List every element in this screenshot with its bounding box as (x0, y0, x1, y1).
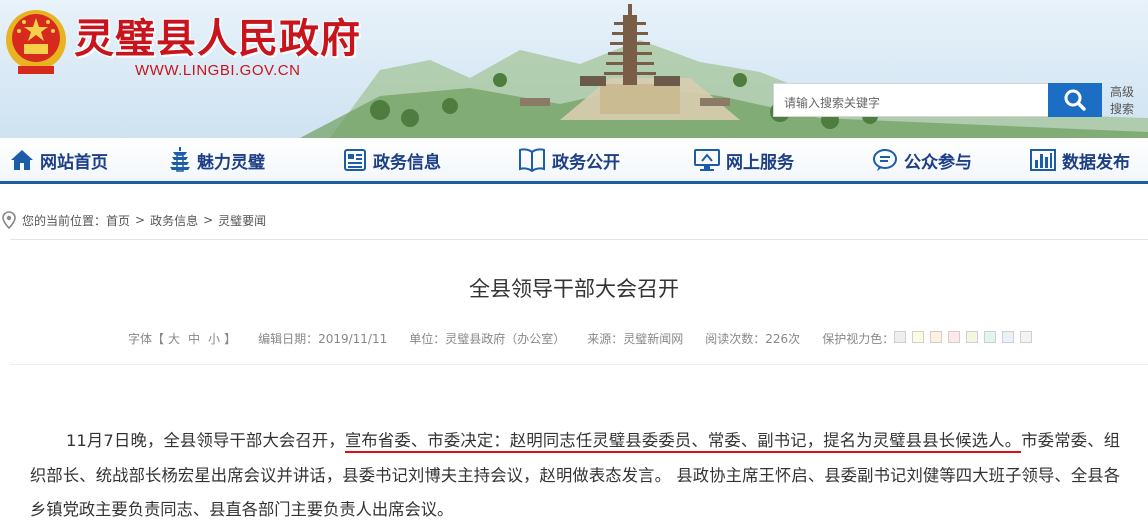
search-input[interactable]: 请输入搜索关键字 (773, 83, 1048, 117)
bar-chart-icon (1030, 149, 1056, 171)
font-size-small[interactable]: 小 (208, 332, 220, 346)
eye-color-swatch[interactable] (966, 330, 979, 343)
eye-color-swatch[interactable] (1002, 330, 1015, 343)
font-size-large[interactable]: 大 (168, 332, 180, 346)
monitor-icon (694, 149, 720, 171)
unit: 单位：灵璧县政府（办公室） (409, 331, 566, 346)
national-emblem-icon (6, 10, 66, 74)
nav-label: 公众参与 (904, 152, 972, 173)
nav-item-home[interactable]: 网站首页 (10, 146, 108, 174)
eye-color-swatch[interactable] (912, 330, 925, 343)
font-size-control: 字体【大中小】 (128, 330, 236, 347)
home-icon (11, 150, 33, 170)
nav-label: 网上服务 (726, 152, 794, 173)
breadcrumb-separator: > (203, 213, 214, 227)
eye-color-swatch[interactable] (984, 330, 997, 343)
source: 来源：灵璧新闻网 (587, 331, 684, 346)
breadcrumb: 您的当前位置： 首页 > 政务信息 > 灵璧要闻 (0, 207, 266, 233)
search-button[interactable] (1048, 83, 1102, 117)
nav-item-online-service[interactable]: 网上服务 (694, 146, 794, 174)
eye-color-swatch[interactable] (930, 330, 943, 343)
advanced-search-link[interactable]: 高级搜索 (1106, 84, 1138, 118)
highlighted-decision: 宣布省委、市委决定：赵明同志任灵璧县委委员、常委、副书记，提名为灵璧县县长候选人… (344, 431, 1022, 453)
body-part-1: 11月7日晚，全县领导干部大会召开， (66, 431, 345, 450)
nav-item-public-participation[interactable]: 公众参与 (872, 146, 972, 174)
nav-item-data-release[interactable]: 数据发布 (1030, 146, 1130, 174)
nav-item-gov-open[interactable]: 政务公开 (518, 146, 620, 174)
nav-label: 政务公开 (552, 152, 620, 173)
eye-color-swatch[interactable] (948, 330, 961, 343)
nav-label: 魅力灵璧 (197, 152, 265, 173)
breadcrumb-home[interactable]: 首页 (106, 212, 130, 229)
location-pin-icon (2, 211, 16, 229)
nav-item-charm[interactable]: 魅力灵璧 (169, 146, 265, 174)
meta-divider (10, 364, 1148, 365)
eye-color-swatch[interactable] (894, 330, 907, 343)
document-icon (344, 149, 366, 171)
breadcrumb-divider (10, 239, 1148, 240)
font-size-label: 字体【 (128, 331, 165, 346)
pagoda-icon (170, 147, 190, 172)
breadcrumb-prefix: 您的当前位置： (22, 213, 107, 228)
font-size-medium[interactable]: 中 (188, 332, 200, 346)
view-count: 阅读次数：226次 (705, 331, 801, 346)
eye-protection-label: 保护视力色： (822, 331, 895, 346)
nav-label: 网站首页 (40, 152, 108, 173)
eye-color-swatch[interactable] (1020, 330, 1033, 343)
site-header: 灵璧县人民政府 WWW.LINGBI.GOV.CN 请输入搜索关键字 高级搜索 (0, 0, 1148, 138)
open-book-icon (519, 148, 545, 172)
breadcrumb-lingbi-news[interactable]: 灵璧要闻 (218, 212, 266, 229)
site-title[interactable]: 灵璧县人民政府 (74, 6, 361, 64)
nav-label: 政务信息 (373, 152, 441, 173)
article-meta: 字体【大中小】 编辑日期：2019/11/11 单位：灵璧县政府（办公室） 来源… (128, 329, 1038, 347)
chat-icon (873, 149, 897, 171)
article-body: 11月7日晚，全县领导干部大会召开，宣布省委、市委决定：赵明同志任灵璧县委委员、… (30, 424, 1120, 528)
eye-protection-swatches (894, 330, 1038, 346)
nav-label: 数据发布 (1062, 152, 1130, 173)
main-nav: 网站首页 魅力灵璧 政务信息 政务公开 网上服务 公众参与 数据发布 (0, 138, 1148, 184)
site-url[interactable]: WWW.LINGBI.GOV.CN (135, 62, 300, 79)
breadcrumb-gov-info[interactable]: 政务信息 (150, 212, 198, 229)
search-icon (1064, 89, 1086, 111)
nav-item-gov-info[interactable]: 政务信息 (343, 146, 441, 174)
edit-date: 编辑日期：2019/11/11 (258, 331, 388, 346)
font-size-close: 】 (224, 331, 237, 346)
article-title: 全县领导干部大会召开 (469, 277, 679, 301)
breadcrumb-separator: > (135, 213, 146, 227)
